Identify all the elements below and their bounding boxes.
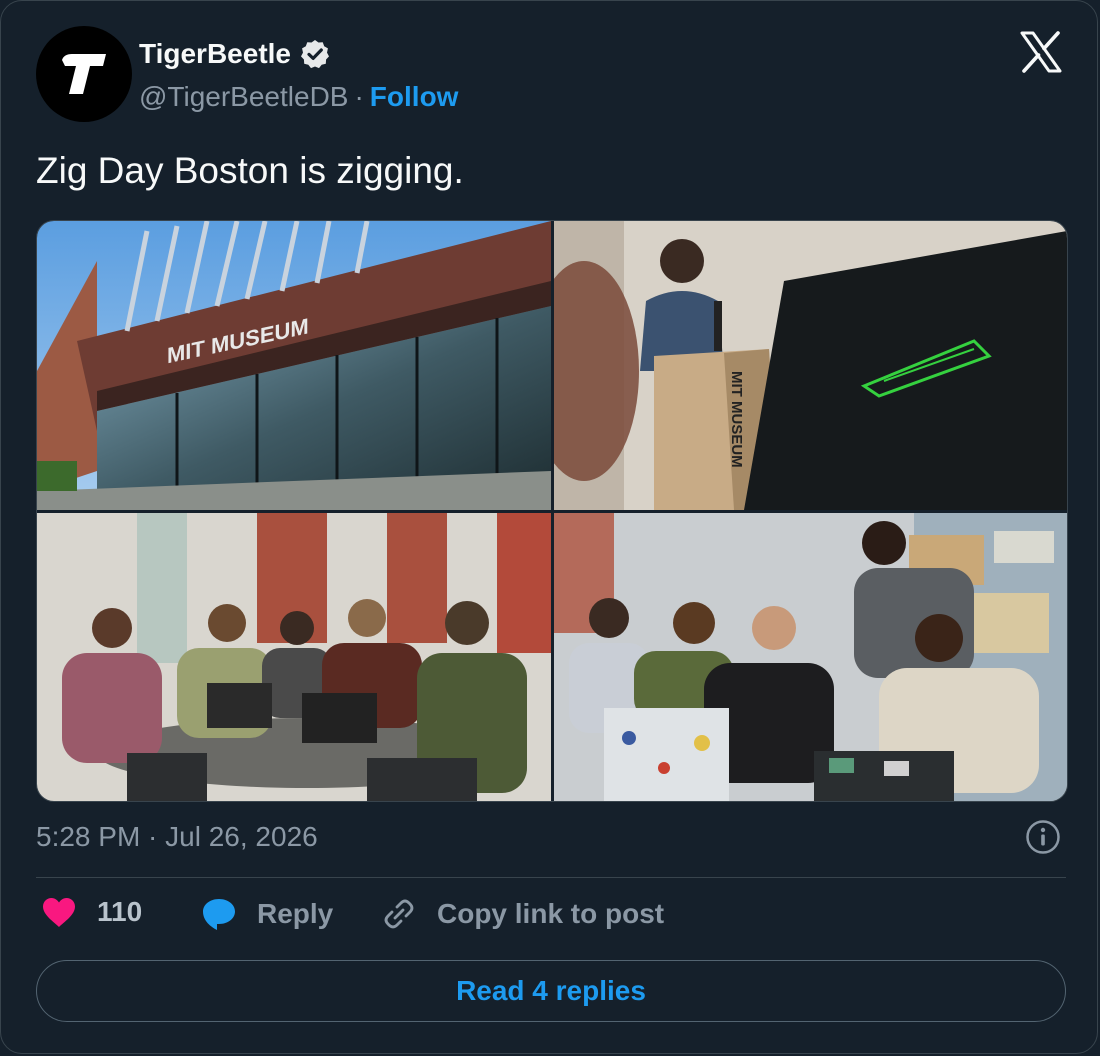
- divider: [36, 877, 1066, 878]
- tweet-timestamp[interactable]: 5:28 PM · Jul 26, 2026: [36, 821, 318, 853]
- media-grid: MIT MUSEUM MIT MUSEUM: [36, 220, 1068, 802]
- photo-mit-museum-exterior[interactable]: MIT MUSEUM: [37, 221, 551, 510]
- tweet-text: Zig Day Boston is zigging.: [36, 150, 464, 191]
- avatar[interactable]: [36, 26, 132, 122]
- tigerbeetle-logo-icon: [62, 54, 106, 94]
- like-count: 110: [97, 896, 143, 927]
- x-logo-icon[interactable]: [1019, 31, 1063, 73]
- heart-icon: [43, 898, 75, 927]
- verified-badge-icon: [301, 40, 329, 69]
- tweet-embed-card: TigerBeetle @TigerBeetleDB · Follow Zig …: [0, 0, 1098, 1054]
- author-handle[interactable]: @TigerBeetleDB: [139, 81, 348, 113]
- author-name-row: TigerBeetle: [139, 38, 331, 70]
- podium-sign-text: MIT MUSEUM: [728, 371, 745, 468]
- read-replies-label: Read 4 replies: [456, 975, 646, 1006]
- photo-speaker-at-podium[interactable]: MIT MUSEUM: [554, 221, 1067, 510]
- read-replies-button[interactable]: Read 4 replies: [36, 960, 1066, 1022]
- speech-bubble-icon: [203, 899, 235, 930]
- author-name[interactable]: TigerBeetle: [139, 38, 291, 70]
- reply-label: Reply: [257, 898, 334, 929]
- author-handle-row: @TigerBeetleDB · Follow: [139, 81, 458, 113]
- like-button[interactable]: 110: [41, 896, 142, 928]
- info-icon[interactable]: [1025, 819, 1061, 855]
- copy-link-label: Copy link to post: [437, 898, 665, 929]
- reply-button[interactable]: Reply: [201, 896, 333, 932]
- photo-attendees-round-table[interactable]: [37, 513, 551, 801]
- photo-attendees-laptops[interactable]: [554, 513, 1067, 801]
- separator-dot: ·: [354, 81, 364, 112]
- copy-link-button[interactable]: Copy link to post: [381, 896, 664, 932]
- link-icon: [384, 899, 414, 929]
- follow-button[interactable]: Follow: [370, 81, 459, 113]
